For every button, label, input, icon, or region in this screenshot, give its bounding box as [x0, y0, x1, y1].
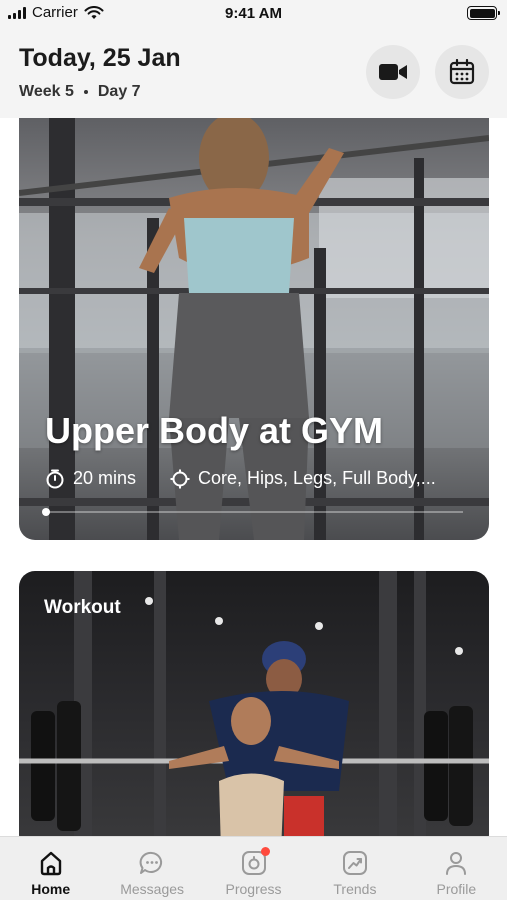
tab-trends-label: Trends [333, 881, 377, 897]
tab-profile[interactable]: Profile [406, 837, 507, 900]
video-camera-icon [379, 64, 407, 80]
workout-card-label: Workout [44, 597, 121, 618]
trends-icon [342, 851, 367, 875]
day-label: Day 7 [97, 83, 141, 100]
tab-progress[interactable]: Progress [203, 837, 304, 900]
workout-title: Upper Body at GYM [45, 410, 384, 451]
home-icon [40, 851, 61, 876]
tab-home[interactable]: Home [0, 837, 101, 900]
page-title: Today, 25 Jan [19, 44, 181, 72]
battery-icon [467, 6, 500, 20]
tab-home-label: Home [31, 881, 71, 897]
person-icon [446, 852, 467, 875]
focus-areas-label: Core, Hips, Legs, Full Body,... [198, 468, 436, 488]
carousel-progress [42, 508, 463, 516]
notification-badge [260, 847, 270, 856]
target-icon [170, 469, 190, 488]
tab-messages[interactable]: Messages [101, 837, 202, 900]
calendar-icon [449, 59, 475, 85]
screen: Carrier 9:41 AM Today, 25 Jan Week 5 Day… [0, 0, 507, 900]
video-button[interactable] [366, 45, 420, 99]
timer-icon [46, 469, 64, 488]
workout-card[interactable]: Workout [19, 571, 489, 851]
header: Today, 25 Jan Week 5 Day 7 [0, 28, 507, 118]
progress-icon-wrap [240, 847, 270, 877]
featured-workout-card[interactable]: Upper Body at GYM 20 mins Core, Hips, Le… [19, 118, 489, 540]
carousel-indicator [42, 508, 50, 516]
tab-progress-label: Progress [225, 881, 282, 897]
tab-messages-label: Messages [120, 881, 185, 897]
duration-label: 20 mins [73, 468, 137, 488]
calendar-button[interactable] [435, 45, 489, 99]
chat-icon [139, 851, 163, 874]
tab-trends[interactable]: Trends [304, 837, 405, 900]
week-day-line: Week 5 Day 7 [19, 83, 141, 101]
tab-bar: Home Messages Progress Trends Profile [0, 836, 507, 900]
status-bar: Carrier 9:41 AM [0, 0, 507, 28]
status-time: 9:41 AM [225, 5, 282, 22]
tab-profile-label: Profile [436, 881, 477, 897]
workout-meta: 20 mins Core, Hips, Legs, Full Body,... [45, 468, 436, 489]
week-label: Week 5 [19, 83, 74, 100]
separator-dot [83, 90, 88, 94]
